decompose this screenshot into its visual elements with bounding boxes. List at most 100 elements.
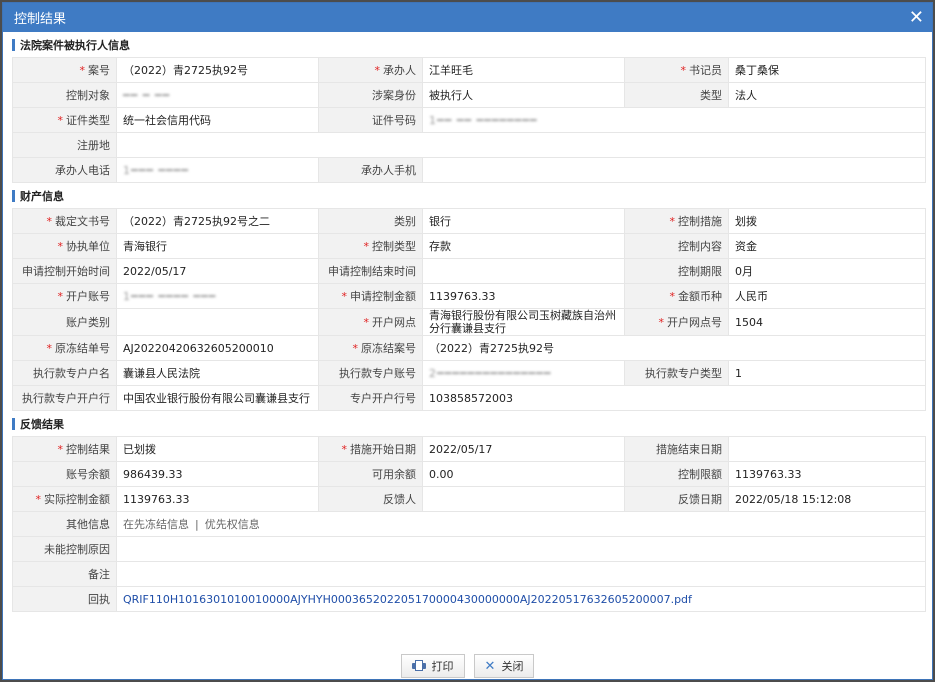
balance-label: 账号余额 — [12, 461, 117, 487]
apply-amount-label: * 申请控制金额 — [318, 283, 423, 309]
handler-phone-label: 承办人电话 — [12, 157, 117, 183]
reg-addr-value — [116, 132, 926, 158]
account-kind-value — [116, 308, 319, 336]
prior-freeze-link[interactable]: 在先冻结信息 — [123, 518, 189, 531]
measure-label: * 控制措施 — [624, 208, 729, 234]
close-button-label: 关闭 — [501, 660, 524, 673]
table-row: 执行款专户开户行 中国农业银行股份有限公司囊谦县支行 专户开户行号 103858… — [12, 385, 926, 411]
branch-no-value: 1504 — [728, 308, 926, 336]
assist-value: 青海银行 — [116, 233, 319, 259]
account-kind-label: 账户类别 — [12, 308, 117, 336]
date-value: 2022/05/18 15:12:08 — [728, 486, 926, 512]
orig-case-value: （2022）青2725执92号 — [422, 335, 926, 361]
property-table: * 裁定文书号 （2022）青2725执92号之二 类别 银行 * 控制措施 划拨 … — [12, 208, 926, 411]
table-row: * 协执单位 青海银行 * 控制类型 存款 控制内容 资金 — [12, 233, 926, 259]
id-type-label: * 证件类型 — [12, 107, 117, 133]
limit-label: 控制限额 — [624, 461, 729, 487]
print-button-label: 打印 — [431, 660, 454, 673]
case-no-label: * 案号 — [12, 57, 117, 83]
reason-value — [116, 536, 926, 562]
category-value: 银行 — [422, 208, 625, 234]
table-row: 申请控制开始时间 2022/05/17 申请控制结束时间 控制期限 0月 — [12, 258, 926, 284]
role-value: 被执行人 — [422, 82, 625, 108]
balance-value: 986439.33 — [116, 461, 319, 487]
branch-value: 青海银行股份有限公司玉树藏族自治州分行囊谦县支行 — [422, 308, 625, 336]
available-label: 可用余额 — [318, 461, 423, 487]
table-row: 承办人电话 1━━━ ━━━━ 承办人手机 — [12, 157, 926, 183]
section-property-title: 财产信息 — [12, 183, 924, 208]
table-row: * 实际控制金额 1139763.33 反馈人 反馈日期 2022/05/18 1… — [12, 486, 926, 512]
type-value: 法人 — [728, 82, 926, 108]
section-property-label: 财产信息 — [20, 189, 64, 203]
table-row: 注册地 — [12, 132, 926, 158]
exec-acct-label: 执行款专户账号 — [318, 360, 423, 386]
id-type-value: 统一社会信用代码 — [116, 107, 319, 133]
role-label: 涉案身份 — [318, 82, 423, 108]
exec-acct-value: 2━━━━━━━━━━━━━━━ — [422, 360, 625, 386]
result-label: * 控制结果 — [12, 436, 117, 462]
orig-freeze-label: * 原冻结单号 — [12, 335, 117, 361]
table-row: * 裁定文书号 （2022）青2725执92号之二 类别 银行 * 控制措施 划拨 — [12, 208, 926, 234]
apply-start-label: 申请控制开始时间 — [12, 258, 117, 284]
apply-amount-value: 1139763.33 — [422, 283, 625, 309]
table-row: 执行款专户户名 囊谦县人民法院 执行款专户账号 2━━━━━━━━━━━━━━━… — [12, 360, 926, 386]
close-button[interactable]: ✕ 关闭 — [473, 654, 535, 678]
other-label: 其他信息 — [12, 511, 117, 537]
party-table: * 案号 （2022）青2725执92号 * 承办人 江羊旺毛 * 书记员 桑丁桑保 … — [12, 57, 926, 183]
section-feedback-label: 反馈结果 — [20, 417, 64, 431]
start-value: 2022/05/17 — [422, 436, 625, 462]
reporter-value — [422, 486, 625, 512]
reason-label: 未能控制原因 — [12, 536, 117, 562]
apply-start-value: 2022/05/17 — [116, 258, 319, 284]
currency-label: * 金额币种 — [624, 283, 729, 309]
table-row: 其他信息 在先冻结信息 | 优先权信息 — [12, 511, 926, 537]
period-value: 0月 — [728, 258, 926, 284]
measure-value: 划拨 — [728, 208, 926, 234]
id-no-label: 证件号码 — [318, 107, 423, 133]
handler-value: 江羊旺毛 — [422, 57, 625, 83]
close-icon: ✕ — [484, 658, 496, 674]
reg-addr-label: 注册地 — [12, 132, 117, 158]
close-icon[interactable]: ✕ — [909, 8, 924, 27]
receipt-label: 回执 — [12, 586, 117, 612]
branch-no-label: * 开户网点号 — [624, 308, 729, 336]
section-feedback-title: 反馈结果 — [12, 411, 924, 436]
table-row: 回执 QRIF110H1016301010010000AJYHYH0003652… — [12, 586, 926, 612]
table-row: 未能控制原因 — [12, 536, 926, 562]
result-value: 已划拨 — [116, 436, 319, 462]
target-value: ━━ ━ ━━ — [116, 82, 319, 108]
exec-bank-no-value: 103858572003 — [422, 385, 926, 411]
table-row: * 案号 （2022）青2725执92号 * 承办人 江羊旺毛 * 书记员 桑丁桑保 — [12, 57, 926, 83]
limit-value: 1139763.33 — [728, 461, 926, 487]
control-result-dialog: 控制结果 ✕ 法院案件被执行人信息 * 案号 （2022）青2725执92号 * 承… — [2, 2, 933, 680]
period-label: 控制期限 — [624, 258, 729, 284]
clerk-label: * 书记员 — [624, 57, 729, 83]
handler-mobile-label: 承办人手机 — [318, 157, 423, 183]
handler-label: * 承办人 — [318, 57, 423, 83]
exec-name-value: 囊谦县人民法院 — [116, 360, 319, 386]
available-value: 0.00 — [422, 461, 625, 487]
start-label: * 措施开始日期 — [318, 436, 423, 462]
table-row: 账户类别 * 开户网点 青海银行股份有限公司玉树藏族自治州分行囊谦县支行 * 开户网… — [12, 308, 926, 336]
account-label: * 开户账号 — [12, 283, 117, 309]
table-row: * 原冻结单号 AJ20220420632605200010 * 原冻结案号 （20… — [12, 335, 926, 361]
actual-label: * 实际控制金额 — [12, 486, 117, 512]
reporter-label: 反馈人 — [318, 486, 423, 512]
exec-type-label: 执行款专户类型 — [624, 360, 729, 386]
section-party-label: 法院案件被执行人信息 — [20, 38, 130, 52]
clerk-value: 桑丁桑保 — [728, 57, 926, 83]
apply-end-label: 申请控制结束时间 — [318, 258, 423, 284]
table-row: 控制对象 ━━ ━ ━━ 涉案身份 被执行人 类型 法人 — [12, 82, 926, 108]
date-label: 反馈日期 — [624, 486, 729, 512]
ruling-value: （2022）青2725执92号之二 — [116, 208, 319, 234]
table-row: * 开户账号 1━━━ ━━━━ ━━━ * 申请控制金额 1139763.33 *… — [12, 283, 926, 309]
target-label: 控制对象 — [12, 82, 117, 108]
receipt-file-link[interactable]: QRIF110H1016301010010000AJYHYH0003652022… — [116, 586, 926, 612]
case-no-value: （2022）青2725执92号 — [116, 57, 319, 83]
priority-link[interactable]: 优先权信息 — [205, 518, 260, 531]
section-party-title: 法院案件被执行人信息 — [12, 32, 924, 57]
print-button[interactable]: 打印 — [400, 654, 465, 678]
section-marker — [12, 417, 15, 430]
other-value: 在先冻结信息 | 优先权信息 — [116, 511, 926, 537]
branch-label: * 开户网点 — [318, 308, 423, 336]
